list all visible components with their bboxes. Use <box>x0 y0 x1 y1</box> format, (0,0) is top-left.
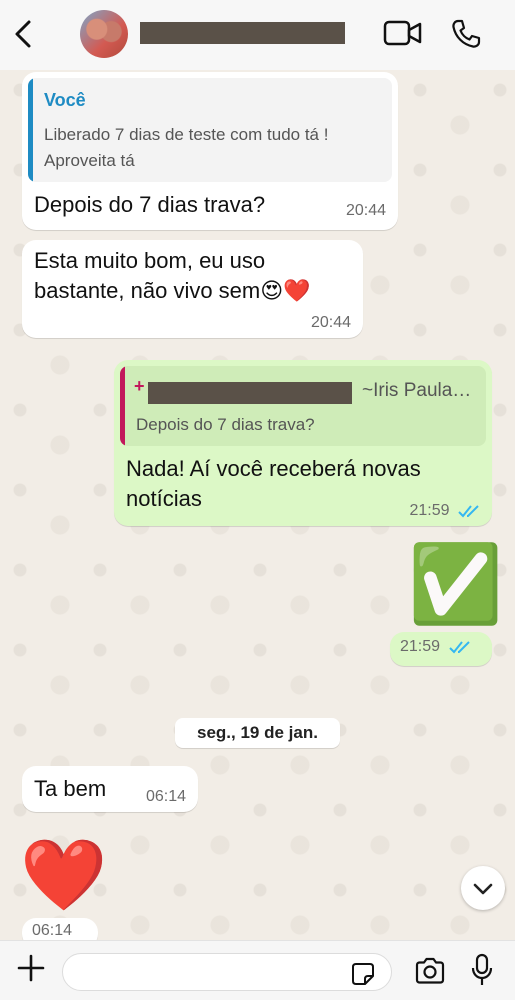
message-time-label: 06:14 <box>32 922 73 939</box>
quoted-message[interactable]: Você Liberado 7 dias de teste com tudo t… <box>28 78 392 182</box>
quote-author-redacted <box>148 382 352 404</box>
message-time: 20:44 <box>345 202 386 219</box>
date-separator: seg., 19 de jan. <box>175 718 340 748</box>
read-receipt-icon <box>458 505 479 518</box>
message-bubble-outgoing[interactable]: + ~Iris Paula… Depois do 7 dias trava? N… <box>114 360 492 526</box>
quote-text: Liberado 7 dias de teste com tudo tá ! A… <box>44 125 329 170</box>
plus-icon[interactable] <box>16 953 46 983</box>
emoji-message[interactable]: ✅ <box>408 540 503 630</box>
message-time: 20:44 <box>310 314 351 331</box>
chevron-down-icon <box>473 883 493 895</box>
message-text: Esta muito bom, eu uso bastante, não viv… <box>34 248 311 303</box>
phone-icon[interactable] <box>450 18 482 50</box>
quote-author: Você <box>44 90 86 110</box>
quote-prefix: + <box>134 376 145 396</box>
microphone-icon[interactable] <box>470 953 494 987</box>
quoted-message[interactable]: + ~Iris Paula… Depois do 7 dias trava? <box>120 366 486 446</box>
message-time: 21:59 <box>410 502 483 520</box>
scroll-to-bottom-button[interactable] <box>461 866 505 910</box>
composer-bar <box>0 940 515 1000</box>
message-text: Ta bem <box>34 776 107 801</box>
quote-accent-bar <box>28 78 33 182</box>
emoji-message[interactable]: ❤️ <box>20 830 107 920</box>
message-time-bubble[interactable]: 21:59 <box>390 632 492 666</box>
avatar[interactable] <box>80 10 128 58</box>
message-time: 06:14 <box>145 788 186 805</box>
quote-author: ~Iris Paula… <box>362 380 472 401</box>
video-call-icon[interactable] <box>383 18 423 48</box>
camera-icon[interactable] <box>414 957 446 985</box>
message-input[interactable] <box>62 953 392 991</box>
message-bubble-incoming[interactable]: Você Liberado 7 dias de teste com tudo t… <box>22 72 398 230</box>
chat-header <box>0 0 515 70</box>
sticker-icon[interactable] <box>351 962 375 986</box>
message-time-label: 21:59 <box>400 638 441 655</box>
read-receipt-icon <box>448 641 470 654</box>
contact-name-redacted[interactable] <box>140 22 345 44</box>
message-bubble-incoming[interactable]: Esta muito bom, eu uso bastante, não viv… <box>22 240 363 338</box>
quote-accent-bar <box>120 366 125 446</box>
chevron-left-icon[interactable] <box>10 18 38 50</box>
message-text: Depois do 7 dias trava? <box>34 192 266 217</box>
quote-text: Depois do 7 dias trava? <box>136 415 315 434</box>
message-time-label: 21:59 <box>409 502 450 519</box>
message-bubble-incoming[interactable]: Ta bem 06:14 <box>22 766 198 812</box>
